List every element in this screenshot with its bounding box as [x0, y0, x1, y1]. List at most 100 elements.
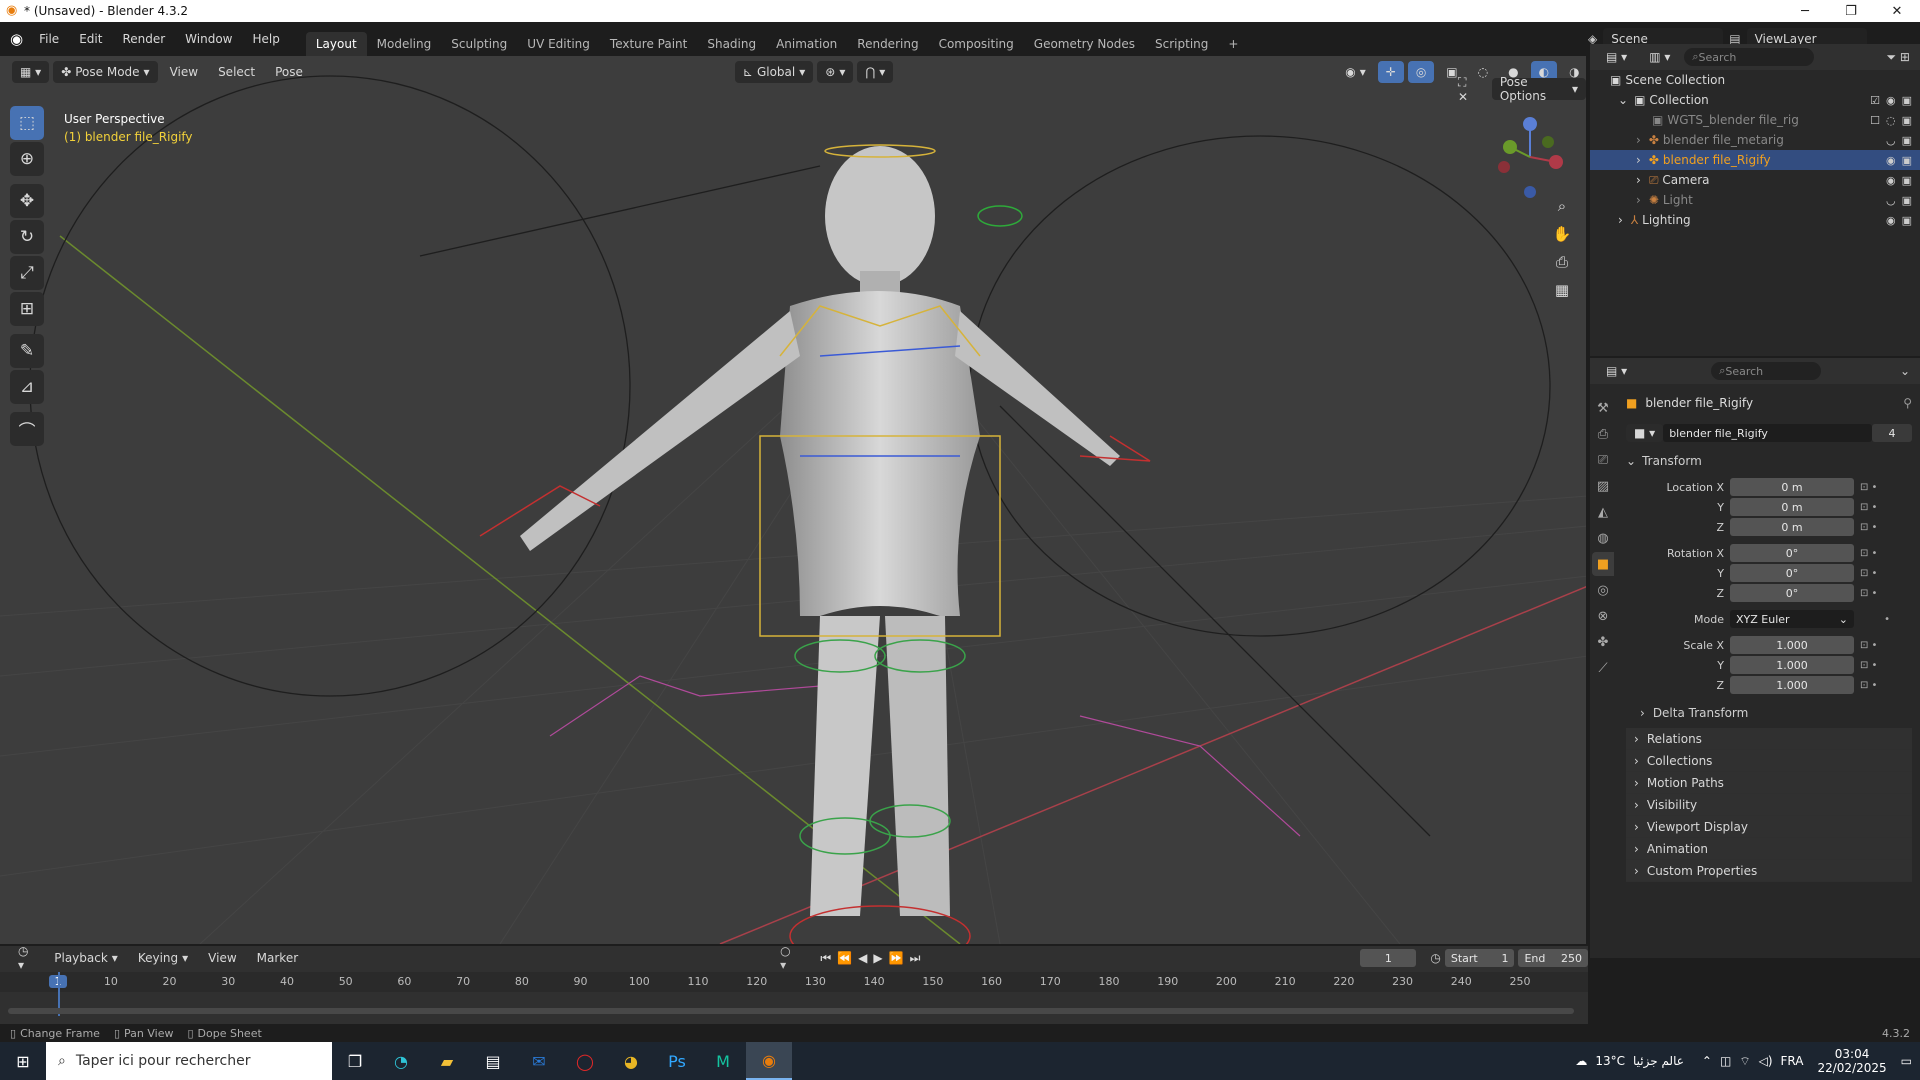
object-browse-icon[interactable]: ■ ▾	[1626, 424, 1664, 442]
outliner-search-input[interactable]: ⌕ Search	[1684, 48, 1815, 66]
notifications-icon[interactable]: ▭	[1901, 1054, 1912, 1068]
play-reverse-icon[interactable]: ◀	[858, 951, 873, 965]
user-count[interactable]: 4	[1872, 424, 1912, 442]
checkbox-icon[interactable]: ☐	[1870, 114, 1880, 127]
menu-file[interactable]: File	[29, 28, 69, 50]
tab-texture-paint[interactable]: Texture Paint	[600, 32, 697, 56]
pan-hand-icon[interactable]: ✋	[1548, 220, 1576, 248]
scale-y-field[interactable]: 1.000	[1730, 656, 1854, 674]
outliner-row-rigify[interactable]: › ✤ blender file_Rigify ◉ ▣	[1590, 150, 1920, 170]
physics-properties-tab[interactable]: ◎	[1592, 578, 1614, 602]
panel-viewport-display[interactable]: › Viewport Display	[1626, 816, 1912, 838]
transform-orientation-selector[interactable]: ⊾ Global ▾	[734, 61, 814, 83]
rotate-tool[interactable]: ↻	[10, 220, 44, 254]
malwarebytes-icon[interactable]: M	[700, 1042, 746, 1080]
rotation-mode-select[interactable]: XYZ Euler ⌄	[1730, 610, 1854, 628]
tab-shading[interactable]: Shading	[697, 32, 766, 56]
camera-render-icon[interactable]: ▣	[1902, 174, 1912, 187]
scale-x-field[interactable]: 1.000	[1730, 636, 1854, 654]
panel-collections[interactable]: › Collections	[1626, 750, 1912, 772]
next-keyframe-icon[interactable]: ⏩	[889, 951, 910, 965]
panel-animation[interactable]: › Animation	[1626, 838, 1912, 860]
menu-marker[interactable]: Marker	[249, 947, 306, 969]
pose-options-button[interactable]: Pose Options ▾	[1491, 75, 1586, 103]
tab-animation[interactable]: Animation	[766, 32, 847, 56]
camera-render-icon[interactable]: ▣	[1902, 194, 1912, 207]
properties-search-input[interactable]: ⌕ Search	[1711, 362, 1822, 380]
eye-closed-icon[interactable]: ◡	[1886, 134, 1896, 147]
panel-custom-properties[interactable]: › Custom Properties	[1626, 860, 1912, 882]
camera-render-icon[interactable]: ▣	[1902, 154, 1912, 167]
stopwatch-icon[interactable]: ◷	[1430, 951, 1440, 965]
tab-modeling[interactable]: Modeling	[367, 32, 442, 56]
filter-icon[interactable]: ⏷ ⊞	[1887, 50, 1910, 65]
outliner-row-light[interactable]: › ✺ Light ◡ ▣	[1590, 190, 1920, 210]
panel-relations[interactable]: › Relations	[1626, 728, 1912, 750]
pin-icon[interactable]: ⚲	[1903, 396, 1912, 410]
blender-menu-icon[interactable]: ◉	[10, 30, 23, 48]
scene-properties-tab[interactable]: ◭	[1592, 500, 1614, 524]
taskbar-search-input[interactable]: ⌕ Taper ici pour rechercher	[46, 1042, 332, 1080]
clock[interactable]: 03:04 22/02/2025	[1817, 1047, 1886, 1075]
menu-timeline-view[interactable]: View	[200, 947, 244, 969]
microsoft-store-icon[interactable]: ▤	[470, 1042, 516, 1080]
editor-type-button[interactable]: ▦ ▾	[12, 61, 50, 83]
tab-geometry-nodes[interactable]: Geometry Nodes	[1024, 32, 1145, 56]
lock-icon[interactable]: ⊡ •	[1860, 482, 1890, 493]
chevron-down-icon[interactable]: ⌄	[1900, 364, 1910, 378]
zoom-icon[interactable]: ⌕	[1548, 192, 1576, 220]
properties-editor-type-icon[interactable]: ▤ ▾	[1598, 360, 1635, 382]
task-view-icon[interactable]: ❐	[332, 1042, 378, 1080]
menu-edit[interactable]: Edit	[69, 28, 112, 50]
scale-tool[interactable]: ⤢	[10, 256, 44, 290]
record-icon[interactable]: ○ ▾	[780, 944, 796, 972]
menu-select[interactable]: Select	[210, 61, 263, 83]
outliner-row-collection[interactable]: ⌄ ▣ Collection ☑ ◉ ▣	[1590, 90, 1920, 110]
tab-compositing[interactable]: Compositing	[929, 32, 1024, 56]
lock-icon[interactable]: ⊡ •	[1860, 522, 1890, 533]
file-explorer-icon[interactable]: ▰	[424, 1042, 470, 1080]
blender-taskbar-icon[interactable]: ◉	[746, 1042, 792, 1080]
input-language[interactable]: FRA	[1781, 1054, 1804, 1068]
wifi-icon[interactable]: ⌔	[1739, 1054, 1750, 1069]
restore-button[interactable]: ❐	[1828, 0, 1874, 22]
scale-z-field[interactable]: 1.000	[1730, 676, 1854, 694]
outlook-icon[interactable]: ✉	[516, 1042, 562, 1080]
chrome-browser-icon[interactable]: ◕	[608, 1042, 654, 1080]
eye-icon[interactable]: ◉	[1886, 94, 1896, 107]
object-name-field[interactable]: blender file_Rigify	[1663, 424, 1872, 442]
bone-properties-tab[interactable]: ⟋	[1592, 656, 1614, 680]
lock-icon[interactable]: ⊡ •	[1860, 640, 1890, 651]
outliner-row-metarig[interactable]: › ✤ blender file_metarig ◡ ▣	[1590, 130, 1920, 150]
panel-motion-paths[interactable]: › Motion Paths	[1626, 772, 1912, 794]
menu-help[interactable]: Help	[243, 28, 290, 50]
move-tool[interactable]: ✥	[10, 184, 44, 218]
current-frame-field[interactable]: 1	[1360, 949, 1417, 967]
display-mode-icon[interactable]: ▥ ▾	[1641, 46, 1678, 68]
world-properties-tab[interactable]: ◍	[1592, 526, 1614, 550]
lock-icon[interactable]: ⊡ •	[1860, 568, 1890, 579]
armature-data-tab[interactable]: ✤	[1592, 630, 1614, 654]
play-icon[interactable]: ▶	[873, 951, 888, 965]
tray-chevron-up-icon[interactable]: ⌃	[1702, 1054, 1712, 1068]
opera-browser-icon[interactable]: ◯	[562, 1042, 608, 1080]
outliner-row-lighting[interactable]: › ⅄ Lighting ◉ ▣	[1590, 210, 1920, 230]
camera-render-icon[interactable]: ▣	[1902, 114, 1912, 127]
tool-properties-tab[interactable]: ⚒	[1592, 396, 1614, 420]
menu-playback[interactable]: Playback ▾	[46, 947, 126, 969]
prev-keyframe-icon[interactable]: ⏪	[837, 951, 858, 965]
pivot-selector[interactable]: ⊛ ▾	[817, 61, 854, 83]
view-layer-properties-tab[interactable]: ▨	[1592, 474, 1614, 498]
eye-closed-icon[interactable]: ◡	[1886, 194, 1896, 207]
start-frame-field[interactable]: Start 1	[1444, 949, 1515, 967]
menu-render[interactable]: Render	[112, 28, 175, 50]
outliner-row-camera[interactable]: › ⎚ Camera ◉ ▣	[1590, 170, 1920, 190]
location-z-field[interactable]: 0 m	[1730, 518, 1854, 536]
panel-visibility[interactable]: › Visibility	[1626, 794, 1912, 816]
cursor-tool[interactable]: ⊕	[10, 142, 44, 176]
rotation-y-field[interactable]: 0°	[1730, 564, 1854, 582]
lock-icon[interactable]: ⊡ •	[1860, 588, 1890, 599]
lock-icon[interactable]: ⊡ •	[1860, 660, 1890, 671]
outliner-row-wgts[interactable]: ▣ WGTS_blender file_rig ☐ ◌ ▣	[1590, 110, 1920, 130]
jump-end-icon[interactable]: ⏭	[910, 951, 927, 965]
